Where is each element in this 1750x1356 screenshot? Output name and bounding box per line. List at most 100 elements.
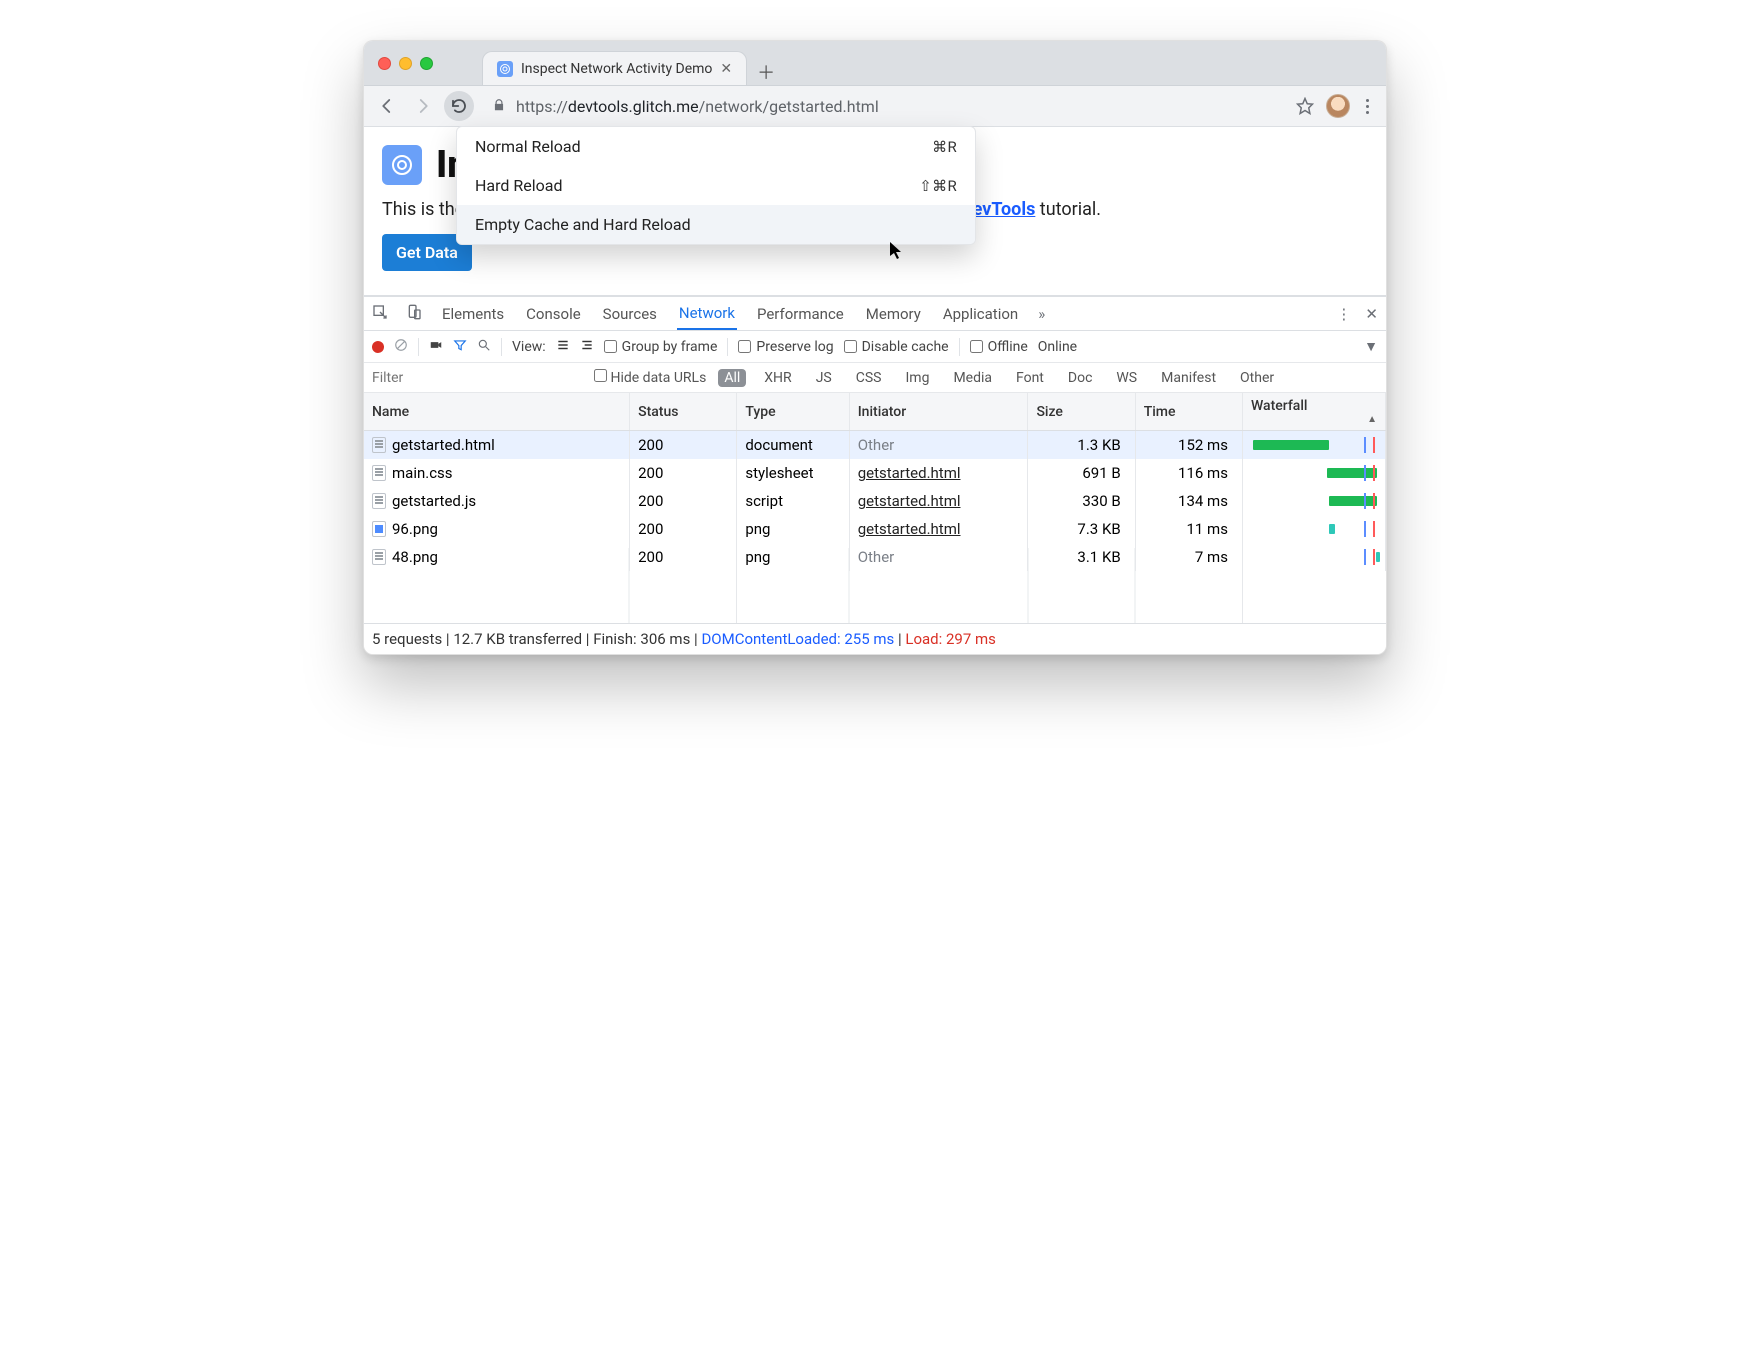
cell-initiator: getstarted.html [849, 515, 1028, 543]
col-size[interactable]: Size [1028, 393, 1135, 431]
clear-button[interactable] [394, 338, 408, 356]
cell-name: getstarted.html [364, 431, 630, 460]
filter-ws[interactable]: WS [1110, 369, 1143, 387]
cell-type: script [737, 487, 849, 515]
tab-sources[interactable]: Sources [601, 299, 659, 329]
favicon-icon [497, 61, 513, 77]
table-row[interactable]: getstarted.html200documentOther1.3 KB152… [364, 431, 1386, 460]
lock-icon [492, 97, 506, 116]
search-icon[interactable] [477, 338, 491, 356]
cell-name: getstarted.js [364, 487, 630, 515]
menu-item-hard-reload[interactable]: Hard Reload ⇧⌘R [457, 166, 975, 205]
cell-waterfall [1242, 459, 1385, 487]
reload-button[interactable] [444, 91, 474, 121]
more-tabs-icon[interactable]: » [1038, 305, 1045, 323]
disable-cache-checkbox[interactable]: Disable cache [844, 339, 949, 355]
hide-data-urls-checkbox[interactable]: Hide data URLs [594, 369, 706, 386]
initiator-link[interactable]: getstarted.html [858, 492, 961, 510]
cell-status: 200 [630, 459, 737, 487]
col-time[interactable]: Time [1135, 393, 1242, 431]
network-toolbar: View: Group by frame Preserve log Disabl… [364, 331, 1386, 363]
new-tab-button[interactable]: ＋ [757, 59, 775, 85]
filter-other[interactable]: Other [1234, 369, 1280, 387]
back-button[interactable] [372, 91, 402, 121]
tab-application[interactable]: Application [941, 299, 1020, 329]
cell-status: 200 [630, 487, 737, 515]
cell-size: 1.3 KB [1028, 431, 1135, 460]
tab-performance[interactable]: Performance [755, 299, 846, 329]
menu-item-empty-cache-hard-reload[interactable]: Empty Cache and Hard Reload [457, 205, 975, 244]
col-name[interactable]: Name [364, 393, 630, 431]
url-text: https://devtools.glitch.me/network/getst… [516, 97, 879, 116]
zoom-window-button[interactable] [420, 57, 433, 70]
tab-network[interactable]: Network [677, 298, 737, 330]
large-rows-icon[interactable] [580, 338, 594, 356]
cell-type: stylesheet [737, 459, 849, 487]
cell-initiator: getstarted.html [849, 459, 1028, 487]
cell-size: 330 B [1028, 487, 1135, 515]
device-toggle-icon[interactable] [406, 304, 422, 324]
cell-initiator: getstarted.html [849, 487, 1028, 515]
cell-status: 200 [630, 431, 737, 460]
filter-font[interactable]: Font [1010, 369, 1050, 387]
devtools-close-icon[interactable]: ✕ [1365, 305, 1378, 323]
table-row[interactable]: 96.png200pnggetstarted.html7.3 KB11 ms [364, 515, 1386, 543]
filter-js[interactable]: JS [810, 369, 838, 387]
cell-size: 691 B [1028, 459, 1135, 487]
tab-elements[interactable]: Elements [440, 299, 506, 329]
offline-checkbox[interactable]: Offline [970, 339, 1028, 355]
col-type[interactable]: Type [737, 393, 849, 431]
cell-waterfall [1242, 431, 1385, 460]
status-transferred: 12.7 KB transferred [453, 630, 582, 648]
menu-item-label: Normal Reload [475, 137, 581, 156]
filter-manifest[interactable]: Manifest [1155, 369, 1222, 387]
throttling-select[interactable]: Online [1038, 339, 1077, 355]
chrome-menu-button[interactable] [1356, 99, 1378, 114]
bookmark-star-icon[interactable] [1290, 91, 1320, 121]
col-waterfall[interactable]: Waterfall [1242, 393, 1385, 431]
record-button[interactable] [372, 341, 384, 353]
menu-item-shortcut: ⌘R [932, 138, 957, 156]
list-view-icon[interactable] [556, 338, 570, 356]
initiator-link[interactable]: getstarted.html [858, 520, 961, 538]
status-finish: Finish: 306 ms [593, 630, 690, 648]
network-conditions-icon[interactable]: ▼ [1364, 338, 1378, 355]
filter-css[interactable]: CSS [850, 369, 888, 387]
forward-button[interactable] [408, 91, 438, 121]
group-by-frame-checkbox[interactable]: Group by frame [604, 339, 718, 355]
filter-xhr[interactable]: XHR [758, 369, 797, 387]
address-bar[interactable]: https://devtools.glitch.me/network/getst… [480, 91, 1284, 121]
filter-doc[interactable]: Doc [1062, 369, 1099, 387]
table-row[interactable]: main.css200stylesheetgetstarted.html691 … [364, 459, 1386, 487]
tab-console[interactable]: Console [524, 299, 583, 329]
close-tab-icon[interactable]: ✕ [720, 61, 732, 77]
browser-tab[interactable]: Inspect Network Activity Demo ✕ [482, 51, 747, 85]
filter-all[interactable]: All [718, 369, 746, 387]
cell-name: 96.png [364, 515, 630, 543]
minimize-window-button[interactable] [399, 57, 412, 70]
inspect-element-icon[interactable] [372, 304, 388, 324]
initiator-link[interactable]: getstarted.html [858, 464, 961, 482]
filter-img[interactable]: Img [899, 369, 935, 387]
reload-context-menu: Normal Reload ⌘R Hard Reload ⇧⌘R Empty C… [456, 126, 976, 245]
preserve-log-checkbox[interactable]: Preserve log [738, 339, 833, 355]
filter-input[interactable] [372, 368, 582, 388]
col-status[interactable]: Status [630, 393, 737, 431]
cell-size: 7.3 KB [1028, 515, 1135, 543]
cell-time: 116 ms [1135, 459, 1242, 487]
profile-avatar[interactable] [1326, 94, 1350, 118]
menu-item-normal-reload[interactable]: Normal Reload ⌘R [457, 127, 975, 166]
file-icon [372, 465, 386, 481]
cell-type: png [737, 515, 849, 543]
close-window-button[interactable] [378, 57, 391, 70]
col-initiator[interactable]: Initiator [849, 393, 1028, 431]
camera-icon[interactable] [429, 338, 443, 356]
cell-time: 134 ms [1135, 487, 1242, 515]
devtools-menu-icon[interactable]: ⋮ [1336, 305, 1351, 323]
table-row[interactable]: getstarted.js200script getstarted.html 330… [364, 487, 1386, 515]
filter-media[interactable]: Media [947, 369, 998, 387]
status-requests: 5 requests [372, 630, 442, 648]
tab-strip: Inspect Network Activity Demo ✕ ＋ [482, 41, 775, 85]
tab-memory[interactable]: Memory [864, 299, 923, 329]
filter-icon[interactable] [453, 338, 467, 356]
